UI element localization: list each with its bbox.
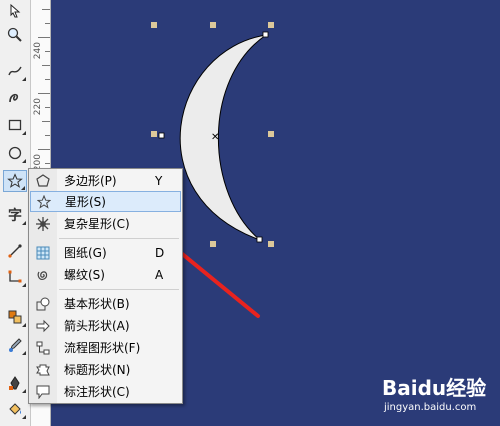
graph-paper-icon [32,242,54,263]
spiral-icon [32,264,54,285]
menu-item-label: 标题形状(N) [64,363,131,377]
selection-handle [268,22,274,28]
selection-handle [210,22,216,28]
node-point [262,31,269,38]
ruler-tick [38,149,50,150]
menu-item-spiral[interactable]: 螺纹(S) A [30,264,181,285]
ruler-tick [42,121,50,122]
selection-handle [268,131,274,137]
ellipse-tool-icon[interactable] [3,142,27,164]
menu-item-shortcut: A [155,267,164,282]
menu-item-label: 螺纹(S) [64,268,105,282]
shape-tools-flyout-menu: 多边形(P) Y 星形(S) 复杂星形(C) 图纸(G) D 螺纹(S) A 基… [28,168,183,404]
toolbox: 字 [0,0,31,426]
selection-handle [151,131,157,137]
dimension-tool-icon[interactable] [3,240,27,262]
menu-item-banner-shapes[interactable]: 标题形状(N) [30,359,181,380]
blend-tool-icon[interactable] [3,306,27,328]
ruler-label: 220 [33,98,43,116]
selection-handle [268,241,274,247]
baidu-jingyan-watermark: Baidu经验 jingyan.baidu.com [382,370,500,426]
node-point [158,132,165,139]
menu-item-shortcut: Y [155,173,163,188]
polygon-icon [32,170,54,191]
ruler-tick [45,135,50,136]
watermark-brand: Baidu经验 [382,376,487,400]
complex-star-icon [32,213,54,234]
callout-shapes-icon [32,381,54,402]
menu-separator [59,289,179,290]
ruler-tick [45,23,50,24]
basic-shapes-icon [32,293,54,314]
polygon-star-tool-icon[interactable] [3,170,27,192]
ruler-tick [45,79,50,80]
menu-item-complex-star[interactable]: 复杂星形(C) [30,213,181,234]
fill-tool-icon[interactable] [3,398,27,420]
zoom-tool-icon[interactable] [3,24,27,46]
smart-draw-tool-icon[interactable] [3,86,27,108]
star-icon [33,191,55,212]
menu-item-label: 多边形(P) [64,174,117,188]
connector-tool-icon[interactable] [3,266,27,288]
menu-item-shortcut: D [155,245,165,260]
menu-item-label: 复杂星形(C) [64,217,130,231]
ruler-tick [45,107,50,108]
menu-item-label: 箭头形状(A) [64,319,130,333]
ruler-tick [42,9,50,10]
arrow-shapes-icon [32,315,54,336]
banner-shapes-icon [32,359,54,380]
menu-separator [59,238,179,239]
watermark-url: jingyan.baidu.com [384,402,477,413]
menu-item-graph-paper[interactable]: 图纸(G) D [30,242,181,263]
ruler-tick [42,65,50,66]
menu-item-basic-shapes[interactable]: 基本形状(B) [30,293,181,314]
ruler-tick [45,51,50,52]
ruler-tick [45,163,50,164]
ruler-label: 240 [33,42,43,60]
menu-item-label: 标注形状(C) [64,385,130,399]
outline-pen-tool-icon[interactable] [3,372,27,394]
menu-item-label: 图纸(G) [64,246,107,260]
selection-handle [151,22,157,28]
menu-item-star[interactable]: 星形(S) [30,191,181,212]
center-marker: ✕ [211,132,219,143]
rectangle-tool-icon[interactable] [3,114,27,136]
ruler-tick [38,37,50,38]
menu-item-callout-shapes[interactable]: 标注形状(C) [30,381,181,402]
menu-item-arrow-shapes[interactable]: 箭头形状(A) [30,315,181,336]
flowchart-shapes-icon [32,337,54,358]
menu-item-label: 基本形状(B) [64,297,130,311]
node-point [256,236,263,243]
text-tool-icon[interactable]: 字 [3,204,27,226]
menu-item-flowchart-shapes[interactable]: 流程图形状(F) [30,337,181,358]
eyedropper-tool-icon[interactable] [3,334,27,356]
ruler-tick [38,93,50,94]
selection-handle [210,241,216,247]
menu-item-label: 流程图形状(F) [64,341,141,355]
menu-item-label: 星形(S) [65,195,106,209]
menu-item-polygon[interactable]: 多边形(P) Y [30,170,181,191]
freehand-tool-icon[interactable] [3,60,27,82]
pick-tool-icon[interactable] [3,0,27,22]
crescent-moon-shape [179,34,267,241]
